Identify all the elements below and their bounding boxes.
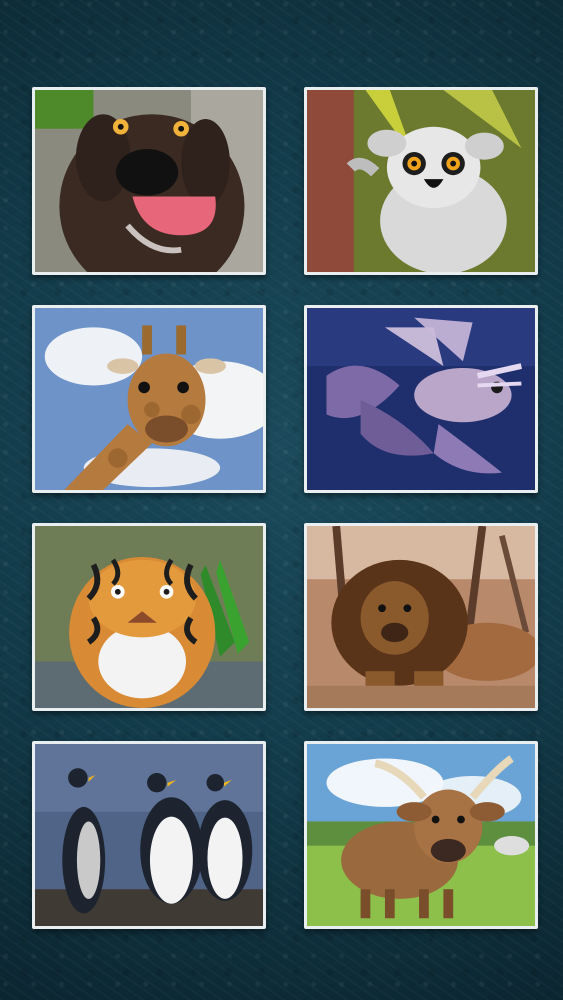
cow-icon xyxy=(307,744,535,926)
lemur-icon xyxy=(307,90,535,272)
giraffe-icon xyxy=(35,308,263,490)
photo-tile-lemur[interactable] xyxy=(304,87,538,275)
gallery-screen xyxy=(0,0,563,1000)
animal-photo-grid xyxy=(32,87,538,929)
photo-tile-penguins[interactable] xyxy=(32,741,266,929)
photo-tile-cow[interactable] xyxy=(304,741,538,929)
photo-tile-lion[interactable] xyxy=(304,523,538,711)
tiger-icon xyxy=(35,526,263,708)
lion-icon xyxy=(307,526,535,708)
photo-tile-dog[interactable] xyxy=(32,87,266,275)
lionfish-icon xyxy=(307,308,535,490)
photo-tile-tiger[interactable] xyxy=(32,523,266,711)
photo-tile-giraffe[interactable] xyxy=(32,305,266,493)
penguin-icon xyxy=(35,744,263,926)
photo-tile-lionfish[interactable] xyxy=(304,305,538,493)
dog-icon xyxy=(35,90,263,272)
